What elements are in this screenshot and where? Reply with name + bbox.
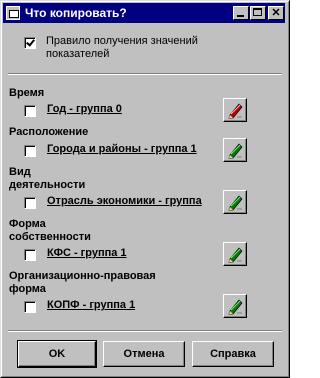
rule-checkbox[interactable] <box>24 37 36 49</box>
close-button[interactable]: ✕ <box>268 6 284 20</box>
link-activity[interactable]: Отрасль экономики - группа <box>47 195 221 207</box>
section-title-activity-2: деятельности <box>9 179 86 191</box>
separator-top <box>8 73 282 75</box>
edit-button-activity[interactable] <box>223 190 247 214</box>
pencil-green-icon <box>228 247 243 263</box>
pencil-green-icon <box>228 299 243 315</box>
title-bar[interactable]: Что копировать? ✕ <box>3 3 285 23</box>
link-ownership[interactable]: КФС - группа 1 <box>47 247 127 259</box>
ok-button[interactable]: OK <box>17 340 97 368</box>
edit-button-time[interactable] <box>223 98 247 122</box>
section-title-time: Время <box>9 87 45 99</box>
separator-bottom <box>8 330 282 332</box>
help-button[interactable]: Справка <box>192 341 274 367</box>
checkbox-time[interactable] <box>24 105 36 117</box>
section-title-ownership-1: Форма <box>9 218 46 230</box>
section-title-location: Расположение <box>9 126 89 138</box>
dialog-window: Что копировать? ✕ Правило получения знач… <box>0 0 290 378</box>
minimize-icon <box>237 15 244 17</box>
rule-label-line1: Правило получения значений <box>46 35 198 47</box>
close-icon: ✕ <box>271 7 281 19</box>
checkbox-legal-form[interactable] <box>24 301 36 313</box>
section-title-activity-1: Вид <box>9 166 31 178</box>
edit-button-location[interactable] <box>223 138 247 162</box>
minimize-button[interactable] <box>233 6 249 20</box>
maximize-icon <box>253 8 262 16</box>
pencil-green-icon <box>228 195 243 211</box>
section-title-legal-form-2: форма <box>9 283 46 295</box>
checkbox-activity[interactable] <box>24 197 36 209</box>
edit-button-ownership[interactable] <box>223 242 247 266</box>
app-icon[interactable] <box>6 6 20 20</box>
section-title-legal-form-1: Организационно-правовая <box>9 270 156 282</box>
cancel-button[interactable]: Отмена <box>103 341 185 367</box>
maximize-button[interactable] <box>250 6 266 20</box>
window-title: Что копировать? <box>25 6 127 20</box>
pencil-red-icon <box>228 103 243 119</box>
checkbox-ownership[interactable] <box>24 249 36 261</box>
link-time[interactable]: Год - группа 0 <box>47 103 122 115</box>
checkbox-location[interactable] <box>24 145 36 157</box>
rule-label-line2: показателей <box>46 48 110 60</box>
edit-button-legal-form[interactable] <box>223 294 247 318</box>
section-title-ownership-2: собственности <box>9 231 91 243</box>
pencil-green-icon <box>228 143 243 159</box>
link-location[interactable]: Города и районы - группа 1 <box>47 143 197 155</box>
link-legal-form[interactable]: КОПФ - группа 1 <box>47 299 135 311</box>
